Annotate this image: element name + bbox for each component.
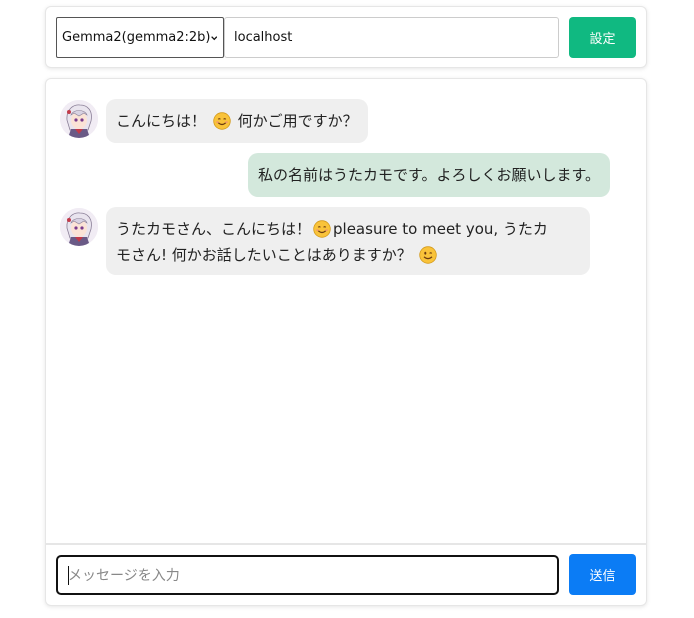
message-list: こんにちは！ 何かご用ですか？ 私の名前はうたカモです。よろしくお願いします。 bbox=[46, 79, 646, 543]
message-input[interactable]: メッセージを入力 bbox=[56, 555, 559, 595]
message-text: 何かご用ですか？ bbox=[237, 112, 358, 130]
assistant-message: うたカモさん、こんにちは！ pleasure to meet you, うたカ … bbox=[106, 207, 590, 275]
message-text: こんにちは！ bbox=[116, 112, 207, 130]
settings-button-label: 設定 bbox=[589, 32, 616, 47]
message-text: pleasure to meet you, うたカ bbox=[333, 220, 548, 238]
model-select-value: Gemma2(gemma2:2b) bbox=[62, 30, 211, 45]
chevron-down-icon bbox=[210, 35, 217, 40]
send-button[interactable]: 送信 bbox=[569, 554, 636, 595]
user-message: 私の名前はうたカモです。よろしくお願いします。 bbox=[248, 153, 611, 197]
host-input[interactable]: localhost bbox=[224, 17, 559, 58]
chat-panel: こんにちは！ 何かご用ですか？ 私の名前はうたカモです。よろしくお願いします。 bbox=[45, 78, 647, 606]
message-input-placeholder: メッセージを入力 bbox=[68, 568, 180, 584]
settings-button[interactable]: 設定 bbox=[569, 17, 636, 58]
assistant-avatar bbox=[60, 100, 98, 138]
model-select[interactable]: Gemma2(gemma2:2b) bbox=[56, 17, 224, 58]
host-input-value: localhost bbox=[234, 30, 293, 45]
composer-divider bbox=[46, 543, 646, 545]
message-line: モさん! 何かお話したいことはありますか？ bbox=[116, 242, 580, 268]
smiling-face-icon bbox=[213, 112, 231, 130]
settings-panel: Gemma2(gemma2:2b) localhost 設定 bbox=[45, 6, 647, 68]
assistant-message: こんにちは！ 何かご用ですか？ bbox=[106, 99, 368, 143]
message-text: モさん! 何かお話したいことはありますか？ bbox=[116, 246, 412, 264]
message-text: 私の名前はうたカモです。よろしくお願いします。 bbox=[258, 166, 601, 184]
avatar-illustration bbox=[60, 100, 98, 138]
text-caret bbox=[68, 566, 69, 585]
avatar-illustration bbox=[60, 208, 98, 246]
winking-face-icon bbox=[418, 246, 437, 264]
message-text: うたカモさん、こんにちは！ bbox=[116, 220, 312, 238]
assistant-avatar bbox=[60, 208, 98, 246]
message-line: うたカモさん、こんにちは！ pleasure to meet you, うたカ bbox=[116, 216, 580, 242]
send-button-label: 送信 bbox=[589, 569, 616, 584]
smiling-face-icon bbox=[313, 220, 331, 238]
